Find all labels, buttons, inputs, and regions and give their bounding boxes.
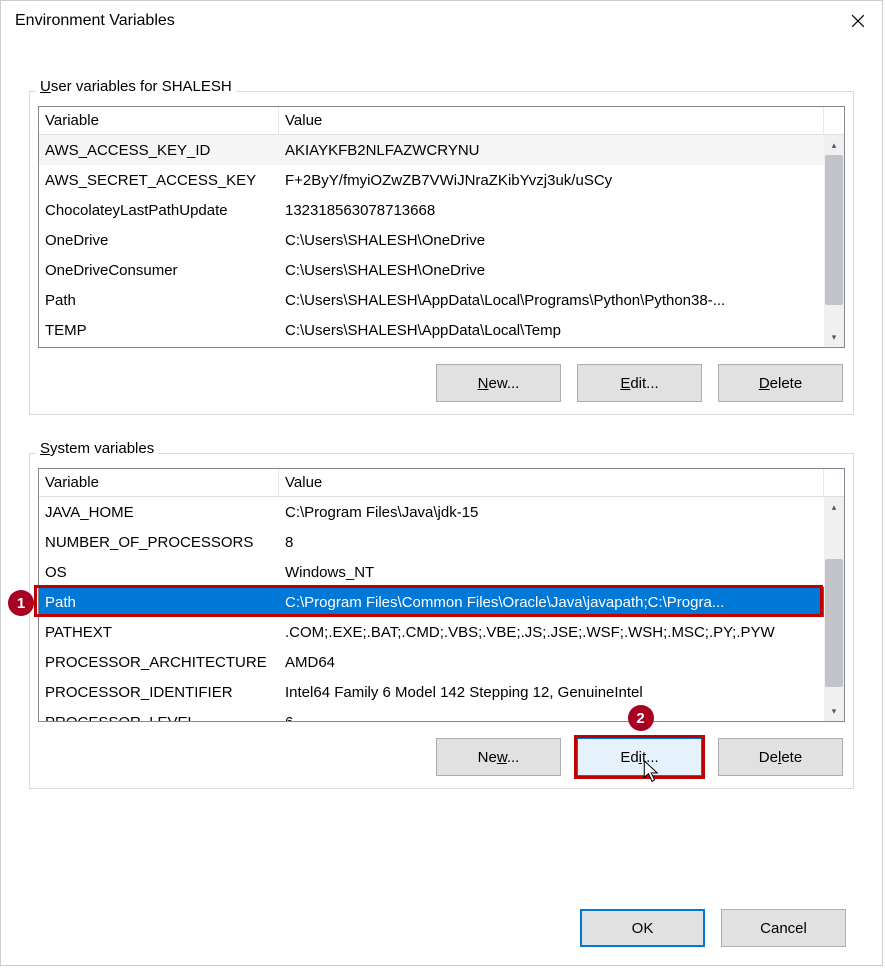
cell-variable: NUMBER_OF_PROCESSORS <box>39 534 279 551</box>
cell-value: Windows_NT <box>279 564 824 581</box>
cell-value: C:\Program Files\Java\jdk-15 <box>279 504 824 521</box>
user-vars-list[interactable]: Variable Value AWS_ACCESS_KEY_IDAKIAYKFB… <box>38 106 845 348</box>
cell-variable: PROCESSOR_ARCHITECTURE <box>39 654 279 671</box>
list-body: JAVA_HOMEC:\Program Files\Java\jdk-15NUM… <box>39 497 844 721</box>
cell-variable: PROCESSOR_LEVEL <box>39 714 279 722</box>
cell-variable: ChocolateyLastPathUpdate <box>39 202 279 219</box>
scrollbar[interactable]: ▴ ▾ <box>824 135 844 347</box>
env-vars-dialog: Environment Variables User variables for… <box>0 0 883 966</box>
table-row[interactable]: PROCESSOR_IDENTIFIERIntel64 Family 6 Mod… <box>39 677 824 707</box>
scroll-down-icon[interactable]: ▾ <box>824 701 844 721</box>
cell-value: 132318563078713668 <box>279 202 824 219</box>
cell-variable: JAVA_HOME <box>39 504 279 521</box>
list-header: Variable Value <box>39 469 844 497</box>
table-row[interactable]: PathC:\Program Files\Common Files\Oracle… <box>39 587 824 617</box>
system-buttons: New... Edit... Delete <box>38 738 845 776</box>
table-row[interactable]: OneDriveConsumerC:\Users\SHALESH\OneDriv… <box>39 255 824 285</box>
table-row[interactable]: OSWindows_NT <box>39 557 824 587</box>
user-buttons: New... Edit... Delete <box>38 364 845 402</box>
scroll-thumb[interactable] <box>825 559 843 687</box>
col-value[interactable]: Value <box>279 469 824 496</box>
title-bar: Environment Variables <box>1 1 882 41</box>
cell-value: 8 <box>279 534 824 551</box>
cell-value: C:\Users\SHALESH\AppData\Local\Programs\… <box>279 292 824 309</box>
cell-variable: AWS_ACCESS_KEY_ID <box>39 142 279 159</box>
cell-value: 6 <box>279 714 824 722</box>
cell-variable: OneDriveConsumer <box>39 262 279 279</box>
table-row[interactable]: PROCESSOR_LEVEL6 <box>39 707 824 721</box>
cell-variable: TEMP <box>39 322 279 339</box>
dialog-buttons: OK Cancel <box>580 909 846 947</box>
cell-variable: OneDrive <box>39 232 279 249</box>
table-row[interactable]: TEMPC:\Users\SHALESH\AppData\Local\Temp <box>39 315 824 345</box>
cell-variable: AWS_SECRET_ACCESS_KEY <box>39 172 279 189</box>
cancel-button[interactable]: Cancel <box>721 909 846 947</box>
cell-value: C:\Users\SHALESH\AppData\Local\Temp <box>279 322 824 339</box>
system-new-button[interactable]: New... <box>436 738 561 776</box>
table-row[interactable]: AWS_ACCESS_KEY_IDAKIAYKFB2NLFAZWCRYNU <box>39 135 824 165</box>
cell-variable: Path <box>39 292 279 309</box>
list-header: Variable Value <box>39 107 844 135</box>
scroll-down-icon[interactable]: ▾ <box>824 327 844 347</box>
system-vars-group: System variables Variable Value JAVA_HOM… <box>29 453 854 789</box>
cell-value: F+2ByY/fmyiOZwZB7VWiJNraZKibYvzj3uk/uSCy <box>279 172 824 189</box>
list-body: AWS_ACCESS_KEY_IDAKIAYKFB2NLFAZWCRYNUAWS… <box>39 135 844 347</box>
scrollbar[interactable]: ▴ ▾ <box>824 497 844 721</box>
user-delete-button[interactable]: Delete <box>718 364 843 402</box>
user-vars-group: User variables for SHALESH Variable Valu… <box>29 91 854 415</box>
close-icon <box>851 14 865 28</box>
col-value[interactable]: Value <box>279 107 824 134</box>
col-variable[interactable]: Variable <box>39 107 279 134</box>
cell-value: C:\Users\SHALESH\OneDrive <box>279 232 824 249</box>
system-vars-label: System variables <box>36 440 158 457</box>
scroll-up-icon[interactable]: ▴ <box>824 497 844 517</box>
table-row[interactable]: JAVA_HOMEC:\Program Files\Java\jdk-15 <box>39 497 824 527</box>
table-row[interactable]: AWS_SECRET_ACCESS_KEYF+2ByY/fmyiOZwZB7VW… <box>39 165 824 195</box>
system-delete-button[interactable]: Delete <box>718 738 843 776</box>
cell-value: C:\Program Files\Common Files\Oracle\Jav… <box>279 594 824 611</box>
col-variable[interactable]: Variable <box>39 469 279 496</box>
table-row[interactable]: ChocolateyLastPathUpdate1323185630787136… <box>39 195 824 225</box>
table-row[interactable]: NUMBER_OF_PROCESSORS8 <box>39 527 824 557</box>
cell-value: C:\Users\SHALESH\OneDrive <box>279 262 824 279</box>
table-row[interactable]: PROCESSOR_ARCHITECTUREAMD64 <box>39 647 824 677</box>
user-new-button[interactable]: New... <box>436 364 561 402</box>
cell-variable: OS <box>39 564 279 581</box>
cell-variable: PATHEXT <box>39 624 279 641</box>
cell-value: AKIAYKFB2NLFAZWCRYNU <box>279 142 824 159</box>
user-vars-label: User variables for SHALESH <box>36 78 236 95</box>
close-button[interactable] <box>834 1 882 41</box>
dialog-content: User variables for SHALESH Variable Valu… <box>1 41 882 799</box>
cell-value: Intel64 Family 6 Model 142 Stepping 12, … <box>279 684 824 701</box>
dialog-title: Environment Variables <box>15 12 175 30</box>
cell-variable: PROCESSOR_IDENTIFIER <box>39 684 279 701</box>
user-edit-button[interactable]: Edit... <box>577 364 702 402</box>
scroll-thumb[interactable] <box>825 155 843 305</box>
system-vars-list[interactable]: Variable Value JAVA_HOMEC:\Program Files… <box>38 468 845 722</box>
ok-button[interactable]: OK <box>580 909 705 947</box>
cell-value: AMD64 <box>279 654 824 671</box>
table-row[interactable]: TMPC:\Users\SHALESH\AppData\Local\Temp <box>39 345 824 347</box>
table-row[interactable]: PathC:\Users\SHALESH\AppData\Local\Progr… <box>39 285 824 315</box>
system-edit-button[interactable]: Edit... <box>577 738 702 776</box>
scroll-up-icon[interactable]: ▴ <box>824 135 844 155</box>
cell-variable: Path <box>39 594 279 611</box>
table-row[interactable]: PATHEXT.COM;.EXE;.BAT;.CMD;.VBS;.VBE;.JS… <box>39 617 824 647</box>
table-row[interactable]: OneDriveC:\Users\SHALESH\OneDrive <box>39 225 824 255</box>
cell-value: .COM;.EXE;.BAT;.CMD;.VBS;.VBE;.JS;.JSE;.… <box>279 624 824 641</box>
